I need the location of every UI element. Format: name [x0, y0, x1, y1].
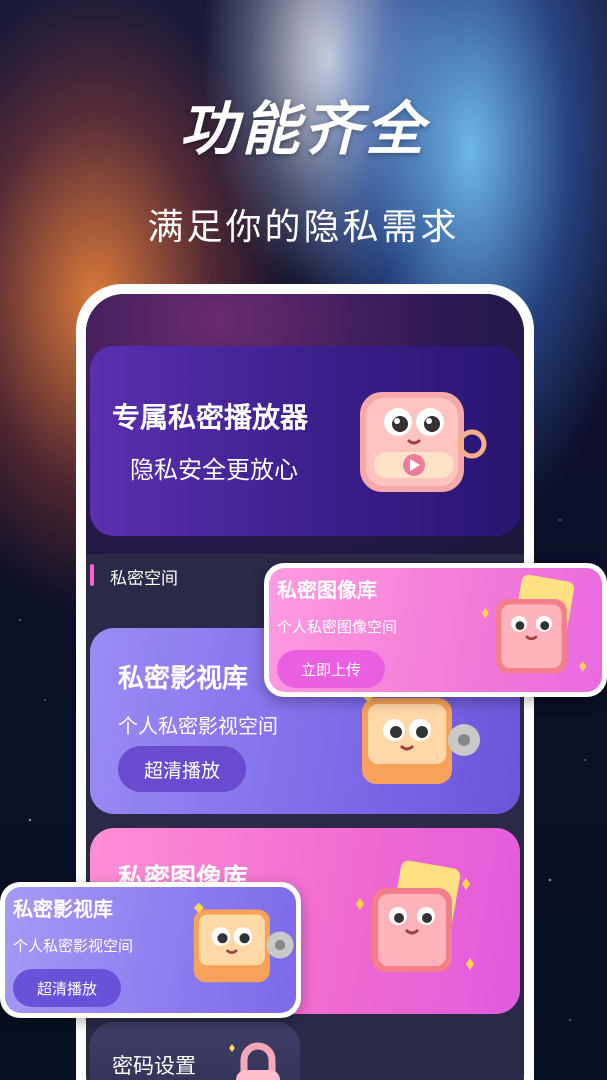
video-popup-subtitle: 个人私密影视空间 — [13, 937, 134, 955]
video-popup-play-button[interactable]: 超清播放 — [13, 969, 121, 1007]
image-library-popup[interactable]: 私密图像库 个人私密图像空间 立即上传 — [264, 563, 607, 697]
section-label: 私密空间 — [110, 569, 178, 589]
lock-mascot-icon — [228, 1036, 288, 1080]
banner-subtitle: 隐私安全更放心 — [130, 456, 298, 484]
section-indicator — [90, 564, 94, 586]
image-mascot-icon — [473, 570, 597, 690]
video-card-title: 私密影视库 — [118, 664, 249, 694]
video-mascot-icon — [354, 684, 484, 796]
image-popup-body: 私密图像库 个人私密图像空间 立即上传 — [269, 568, 602, 692]
password-card-title: 密码设置 — [112, 1054, 196, 1078]
promo-headline: 功能齐全 — [179, 95, 428, 163]
video-play-button[interactable]: 超清播放 — [118, 746, 246, 792]
image-popup-title: 私密图像库 — [277, 578, 377, 602]
video-card-subtitle: 个人私密影视空间 — [118, 714, 278, 738]
video-popup-body: 私密影视库 个人私密影视空间 超清播放 — [5, 887, 296, 1013]
banner-title: 专属私密播放器 — [112, 401, 309, 434]
player-mascot-icon — [352, 382, 492, 502]
image-mascot-icon — [346, 858, 486, 988]
image-popup-subtitle: 个人私密图像空间 — [277, 618, 398, 636]
promo-subheadline: 满足你的隐私需求 — [147, 207, 460, 248]
upload-now-button[interactable]: 立即上传 — [277, 650, 385, 688]
password-settings-card[interactable]: 密码设置 — [90, 1022, 300, 1080]
private-player-banner[interactable]: 专属私密播放器 隐私安全更放心 — [90, 346, 520, 536]
video-library-popup[interactable]: 私密影视库 个人私密影视空间 超清播放 — [0, 882, 301, 1018]
video-mascot-icon — [187, 895, 296, 995]
video-popup-title: 私密影视库 — [13, 897, 113, 921]
